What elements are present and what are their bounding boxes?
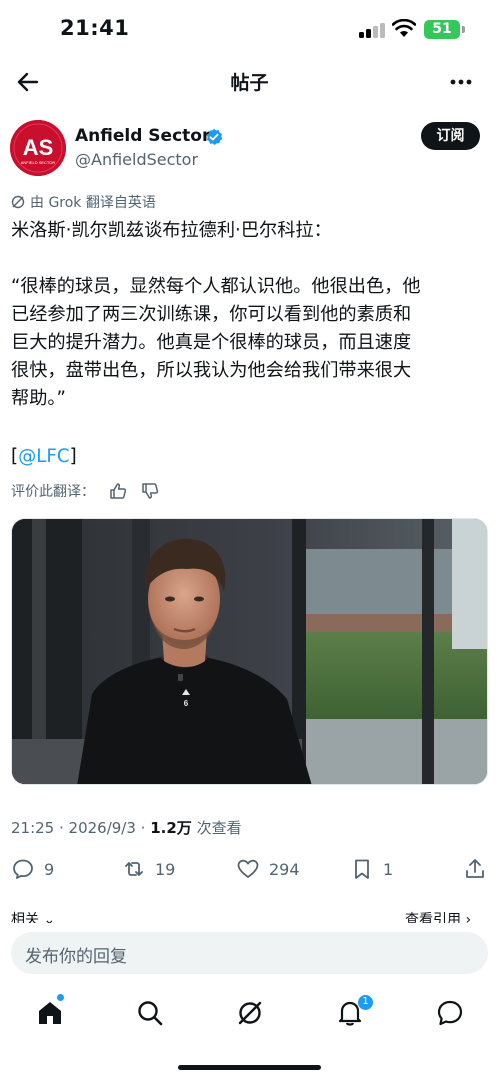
messages-icon[interactable] [435,998,465,1028]
post-text: 米洛斯·凯尔凯兹谈布拉德利·巴尔科拉： “很棒的球员，显然每个人都认识他。他很出… [11,217,487,413]
verified-badge-icon [206,128,223,145]
reply-icon [13,859,33,879]
like-count: 294 [269,859,300,879]
post-action-bar: 9 19 294 1 [0,853,499,887]
bookmark-icon [355,859,369,879]
player-photo: 6 [12,519,487,784]
status-time: 21:41 [60,16,130,40]
search-icon[interactable] [135,998,165,1028]
post-line: 巨大的提升潜力。他真是个很棒的球员，而且速度 [11,332,412,353]
author-avatar[interactable]: AS ANFIELD SECTOR [10,120,66,176]
grok-nav-icon[interactable] [235,998,265,1028]
related-row: 相关 ⌄ 查看引用 › [0,907,499,923]
rate-translation-row: 评价此翻译： [11,481,159,501]
notification-count-badge: 1 [357,994,374,1011]
author-name[interactable]: Anfield Sector [75,126,210,146]
post-line: 米洛斯·凯尔凯兹谈布拉德利·巴尔科拉： [11,220,332,241]
wifi-icon [392,19,416,37]
repost-icon [125,862,143,876]
top-header: 帖子 [0,60,499,104]
like-button[interactable]: 294 [236,857,300,881]
translation-note-text: 由 Grok 翻译自英语 [30,195,156,211]
reply-composer[interactable]: 发布你的回复 [11,932,488,974]
mention-line: [@LFC] [11,443,77,471]
heart-icon [237,859,259,878]
home-unread-dot [57,994,64,1001]
related-tab[interactable]: 相关 ⌄ [11,909,55,923]
jersey-number: 6 [184,699,189,708]
home-indicator [178,1065,321,1070]
battery-tip [462,26,465,33]
post-line [11,245,487,273]
translation-note[interactable]: 由 Grok 翻译自英语 [11,192,156,212]
post-line: 很快，盘带出色，所以我认为他会给我们带来很大 [11,360,412,381]
grok-icon [11,195,25,209]
repost-button[interactable]: 19 [122,857,175,881]
reply-button[interactable]: 9 [11,857,54,881]
avatar-logo-subtext: ANFIELD SECTOR [21,160,56,165]
bookmark-count: 1 [383,859,394,879]
thumbs-up-icon[interactable] [109,482,127,500]
post-time-date: 21:25 · 2026/9/3 · [11,819,151,837]
reply-input[interactable]: 发布你的回复 [25,942,127,967]
battery-indicator: 51 [424,20,460,39]
bottom-navigation: 1 [0,990,499,1040]
view-count: 1.2万 [150,819,192,837]
view-quotes-link[interactable]: 查看引用 › [405,909,471,923]
bookmark-button[interactable]: 1 [350,857,393,881]
status-bar: 21:41 51 [0,0,499,60]
subscribe-button[interactable]: 订阅 [421,122,480,150]
avatar-logo-text: AS [23,135,54,160]
post-timestamp: 21:25 · 2026/9/3 · 1.2万 次查看 [11,817,242,838]
share-icon [466,859,484,878]
view-count-label: 次查看 [191,819,242,837]
home-icon[interactable] [35,998,65,1028]
repost-count: 19 [155,859,176,879]
page-title: 帖子 [230,72,269,94]
cellular-signal-icon [359,22,385,38]
post-line: 帮助。” [11,388,66,409]
more-options-icon[interactable] [447,68,475,96]
author-handle[interactable]: @AnfieldSector [75,150,198,169]
post-line: “很棒的球员，显然每个人都认识他。他很出色，他 [11,276,421,297]
mention-close-bracket: ] [69,446,77,467]
reply-count: 9 [44,859,55,879]
post-media-photo[interactable]: 6 [11,518,488,785]
rate-translation-label: 评价此翻译： [11,484,95,500]
post-line: 已经参加了两三次训练课，你可以看到他的素质和 [11,304,412,325]
share-button[interactable] [463,857,487,881]
mention-link[interactable]: @LFC [18,446,69,467]
thumbs-down-icon[interactable] [141,482,159,500]
